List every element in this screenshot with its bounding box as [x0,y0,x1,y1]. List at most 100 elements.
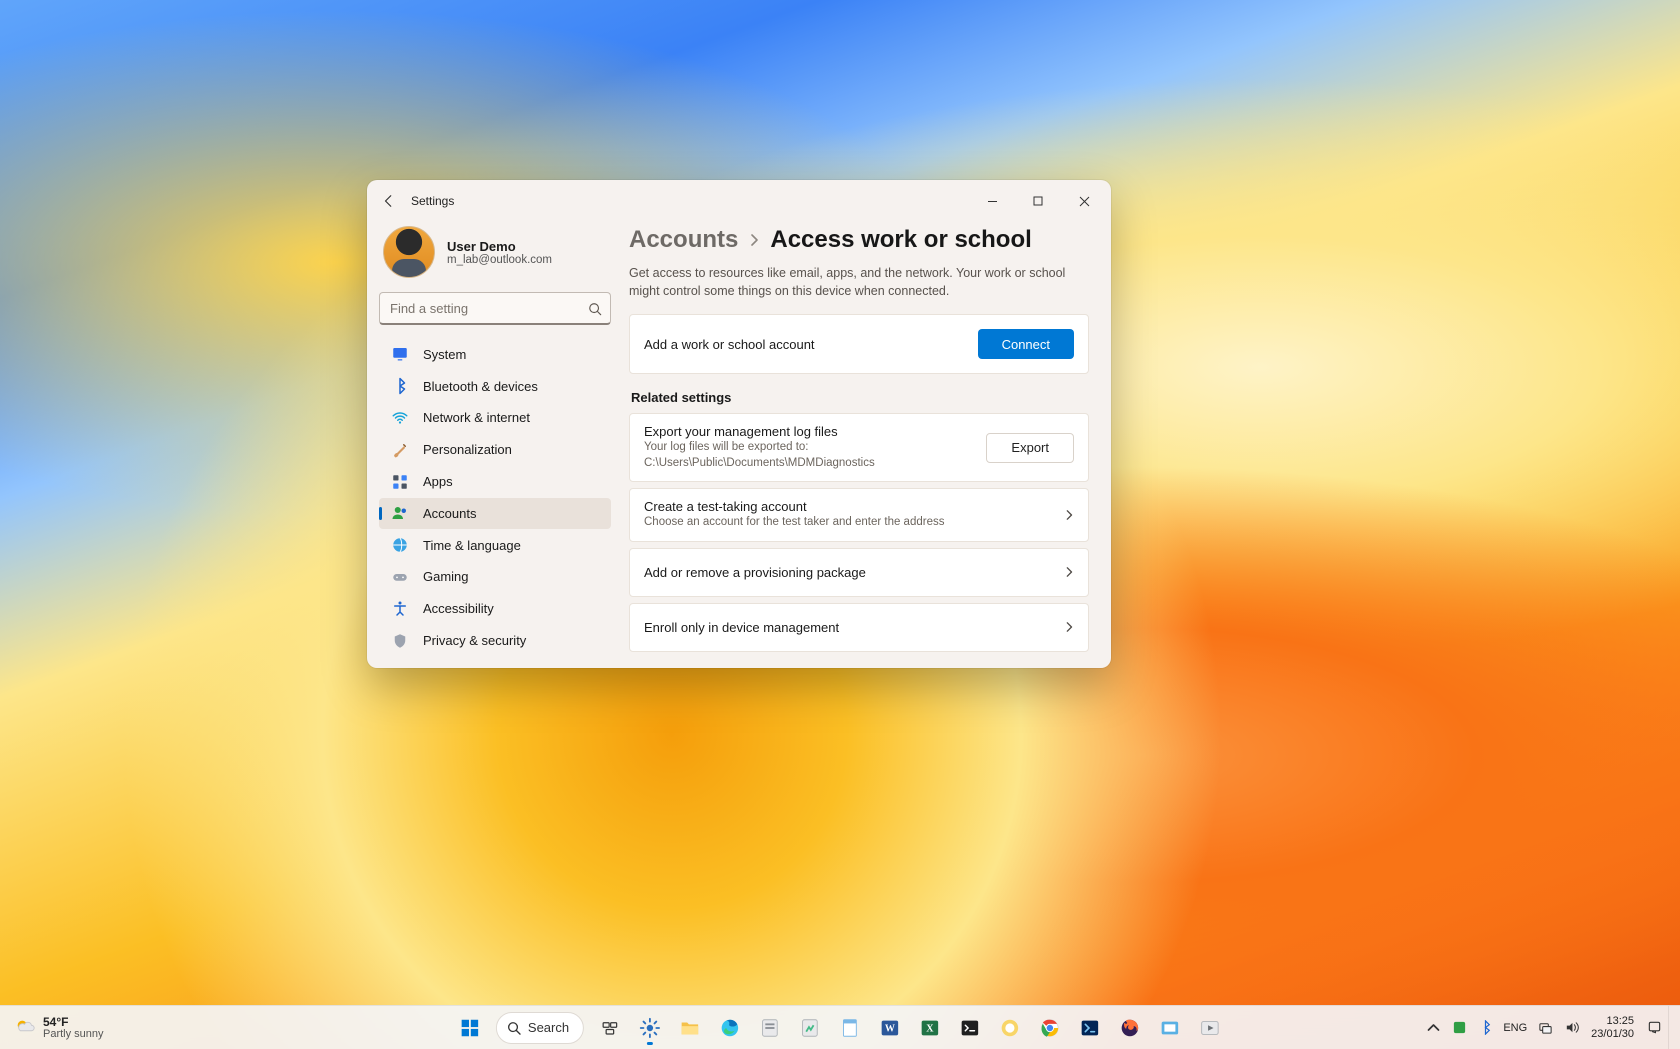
weather-icon [14,1017,36,1039]
sidebar-item-accounts[interactable]: Accounts [379,498,611,529]
related-settings-header: Related settings [631,390,1089,405]
connect-button[interactable]: Connect [978,329,1074,359]
provisioning-title: Add or remove a provisioning package [644,565,1044,580]
weather-temp: 54°F [43,1015,104,1029]
taskbar-app-snipping[interactable] [1152,1010,1188,1046]
chevron-right-icon [1064,622,1074,632]
taskbar-search-label: Search [528,1020,569,1035]
search-input[interactable] [379,292,611,325]
export-logs-sub: Your log files will be exported to: C:\U… [644,440,976,471]
sidebar-item-label: Privacy & security [423,633,526,648]
export-logs-title: Export your management log files [644,424,976,439]
taskbar-app-word[interactable]: W [872,1010,908,1046]
avatar [383,226,435,278]
taskbar-app-excel[interactable]: X [912,1010,948,1046]
taskbar-app-edge[interactable] [712,1010,748,1046]
weather-widget[interactable]: 54°F Partly sunny [0,1006,118,1049]
provisioning-card[interactable]: Add or remove a provisioning package [629,548,1089,597]
start-button[interactable] [452,1010,488,1046]
maximize-button[interactable] [1015,185,1061,217]
volume-icon[interactable] [1559,1010,1583,1046]
taskbar-app-terminal[interactable] [952,1010,988,1046]
taskbar-app-onenote[interactable] [992,1010,1028,1046]
sidebar-item-system[interactable]: System [379,339,611,370]
shield-icon [391,632,409,650]
window-controls [969,185,1107,217]
titlebar: Settings [367,180,1111,222]
clock-time: 13:25 [1591,1015,1634,1028]
back-button[interactable] [371,183,407,219]
window-title: Settings [411,194,454,208]
sidebar-item-time[interactable]: Time & language [379,530,611,561]
taskbar-app-settings[interactable] [632,1010,668,1046]
svg-text:X: X [926,1023,934,1034]
clock-date: 23/01/30 [1591,1028,1634,1041]
taskbar-app-firefox[interactable] [1112,1010,1148,1046]
taskbar-app-notepad[interactable] [832,1010,868,1046]
show-desktop-button[interactable] [1668,1006,1674,1049]
sidebar-item-apps[interactable]: Apps [379,466,611,497]
user-email: m_lab@outlook.com [447,254,552,266]
language-indicator[interactable]: ENG [1499,1022,1531,1034]
sidebar-item-gaming[interactable]: Gaming [379,562,611,593]
taskbar: 54°F Partly sunny Search W X [0,1005,1680,1049]
export-button[interactable]: Export [986,433,1074,463]
sidebar-item-label: Accounts [423,506,476,521]
tray-bluetooth-icon[interactable] [1473,1010,1497,1046]
apps-icon [391,473,409,491]
chevron-right-icon [748,234,760,246]
test-account-card[interactable]: Create a test-taking account Choose an a… [629,488,1089,542]
test-account-sub: Choose an account for the test taker and… [644,515,1044,531]
sidebar-item-label: Gaming [423,569,469,584]
chevron-right-icon [1064,510,1074,520]
sidebar-item-label: Bluetooth & devices [423,379,538,394]
taskbar-app-generic-1[interactable] [752,1010,788,1046]
sidebar-item-label: Accessibility [423,601,494,616]
sidebar-item-label: System [423,347,466,362]
enroll-title: Enroll only in device management [644,620,1044,635]
search-wrap [379,292,611,325]
taskbar-app-powershell[interactable] [1072,1010,1108,1046]
accessibility-icon [391,600,409,618]
enroll-card[interactable]: Enroll only in device management [629,603,1089,652]
test-account-title: Create a test-taking account [644,499,1044,514]
tray-overflow-button[interactable] [1421,1010,1445,1046]
taskbar-app-file-explorer[interactable] [672,1010,708,1046]
system-tray: ENG 13:25 23/01/30 [1421,1006,1680,1049]
sidebar-item-bluetooth[interactable]: Bluetooth & devices [379,371,611,402]
accounts-icon [391,504,409,522]
export-logs-card: Export your management log files Your lo… [629,413,1089,482]
connect-account-card: Add a work or school account Connect [629,314,1089,374]
breadcrumb: Accounts Access work or school [629,226,1089,254]
sidebar-item-label: Network & internet [423,410,530,425]
sidebar-item-label: Time & language [423,538,521,553]
bluetooth-icon [391,377,409,395]
user-card[interactable]: User Demo m_lab@outlook.com [379,222,611,292]
taskbar-app-media[interactable] [1192,1010,1228,1046]
connect-account-title: Add a work or school account [644,337,968,352]
page-title: Access work or school [770,226,1031,254]
sidebar-item-privacy[interactable]: Privacy & security [379,625,611,656]
close-button[interactable] [1061,185,1107,217]
task-view-button[interactable] [592,1010,628,1046]
taskbar-search[interactable]: Search [496,1012,584,1044]
notifications-button[interactable] [1642,1010,1666,1046]
sidebar-item-personalization[interactable]: Personalization [379,434,611,465]
sidebar-item-network[interactable]: Network & internet [379,403,611,434]
network-icon[interactable] [1533,1010,1557,1046]
sidebar: User Demo m_lab@outlook.com System Bluet… [367,222,623,668]
sidebar-item-accessibility[interactable]: Accessibility [379,593,611,624]
wifi-icon [391,409,409,427]
taskbar-center: Search W X [452,1006,1228,1049]
taskbar-app-chrome[interactable] [1032,1010,1068,1046]
search-icon [507,1021,521,1035]
user-name: User Demo [447,239,552,254]
taskbar-clock[interactable]: 13:25 23/01/30 [1585,1015,1640,1040]
chevron-right-icon [1064,567,1074,577]
paintbrush-icon [391,441,409,459]
minimize-button[interactable] [969,185,1015,217]
taskbar-app-generic-2[interactable] [792,1010,828,1046]
tray-app-icon[interactable] [1447,1010,1471,1046]
globe-clock-icon [391,536,409,554]
breadcrumb-parent[interactable]: Accounts [629,226,738,254]
